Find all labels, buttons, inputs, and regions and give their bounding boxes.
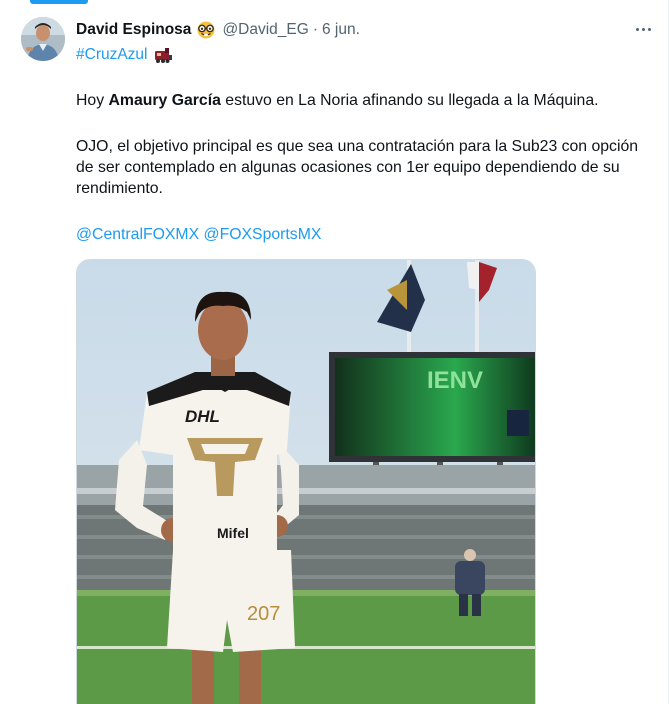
more-dots-icon	[635, 27, 639, 31]
author-display-name[interactable]: David Espinosa	[76, 21, 191, 39]
shorts-number: 207	[247, 603, 280, 625]
tweet-paragraph-2: OJO, el objetivo principal es que sea un…	[76, 138, 639, 197]
separator-dot: ·	[312, 21, 318, 38]
nerd-face-emoji-icon	[195, 21, 217, 39]
train-emoji-icon	[153, 46, 173, 64]
tweet-mentions: @CentralFOXMX @FOXSportsMX	[76, 224, 646, 245]
avatar[interactable]	[21, 17, 65, 61]
tweet-timestamp[interactable]: 6 jun.	[322, 21, 360, 39]
paragraph-1-before: Hoy	[76, 92, 109, 109]
more-options-button[interactable]	[631, 19, 655, 39]
paragraph-1-after: estuvo en La Noria afinando su llegada a…	[220, 92, 599, 109]
tweet-paragraph-1: Hoy Amaury García estuvo en La Noria afi…	[76, 90, 646, 111]
shirt-text: Mifel	[217, 525, 249, 541]
hashtag-link[interactable]: #CruzAzul	[76, 46, 148, 64]
scoreboard-text: IENV	[427, 367, 483, 394]
player-name-bold: Amaury García	[108, 92, 221, 109]
mention-fox-sports[interactable]: @FOXSportsMX	[204, 226, 322, 243]
shirt-sponsor: DHL	[185, 407, 220, 426]
more-dots-icon	[641, 27, 645, 31]
hashtag-line: #CruzAzul	[76, 44, 173, 66]
tweet-card[interactable]: David Espinosa @David_EG · 6 jun. #CruzA…	[0, 0, 669, 704]
tweet-photo[interactable]: IENV 207 DHL Mifel	[76, 259, 536, 704]
tweet-header: David Espinosa @David_EG · 6 jun.	[76, 19, 360, 41]
mention-central-fox[interactable]: @CentralFOXMX	[76, 226, 199, 243]
author-handle[interactable]: @David_EG	[222, 21, 308, 39]
more-dots-icon	[647, 27, 651, 31]
